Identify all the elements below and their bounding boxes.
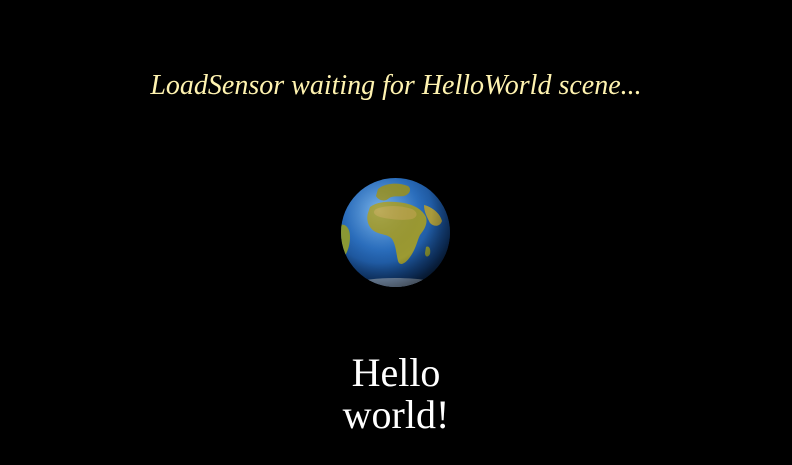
earth-globe-icon[interactable] <box>340 177 451 288</box>
hello-line-1: Hello <box>351 350 441 395</box>
hello-world-text: Hello world! <box>0 352 792 436</box>
vrml-viewport[interactable]: LoadSensor waiting for HelloWorld scene.… <box>0 0 792 465</box>
hello-line-2: world! <box>342 392 450 437</box>
load-sensor-status-text: LoadSensor waiting for HelloWorld scene.… <box>150 70 642 101</box>
